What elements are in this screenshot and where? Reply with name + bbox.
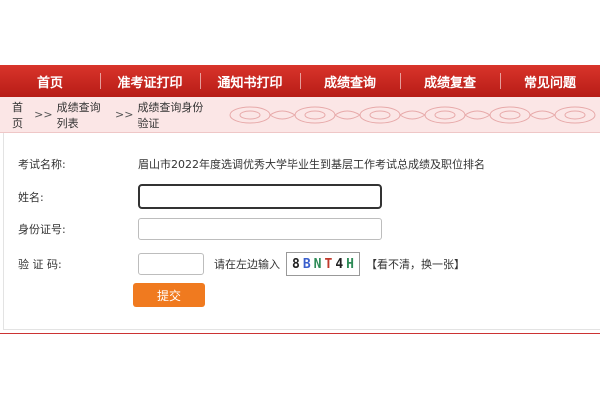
breadcrumb-separator: >> bbox=[115, 108, 134, 121]
exam-name: 眉山市2022年度选调优秀大学毕业生到基层工作考试总成绩及职位排名 bbox=[138, 158, 485, 171]
id-number-label: 身份证号: bbox=[18, 223, 66, 236]
captcha-char: 4 bbox=[335, 256, 344, 272]
nav-score-review[interactable]: 成绩复查 bbox=[400, 65, 500, 97]
breadcrumb-home[interactable]: 首页 bbox=[12, 99, 30, 131]
breadcrumb-separator: >> bbox=[34, 108, 53, 121]
nav-notice-print[interactable]: 通知书打印 bbox=[200, 65, 300, 97]
captcha-hint: 请在左边输入 bbox=[214, 258, 280, 271]
captcha-image[interactable]: 8 B N T 4 H bbox=[286, 252, 360, 276]
captcha-char: 8 bbox=[292, 256, 300, 272]
name-label: 姓名: bbox=[18, 190, 44, 204]
nav-admission-ticket-print[interactable]: 准考证打印 bbox=[100, 65, 200, 97]
breadcrumb: 首页 >> 成绩查询列表 >> 成绩查询身份验证 bbox=[0, 97, 600, 133]
submit-button[interactable]: 提交 bbox=[133, 283, 205, 307]
refresh-captcha-link[interactable]: 【看不清，换一张】 bbox=[366, 256, 465, 272]
id-row: 身份证号: bbox=[18, 218, 382, 240]
name-input[interactable] bbox=[138, 184, 382, 209]
id-number-input[interactable] bbox=[138, 218, 382, 240]
name-row: 姓名: bbox=[18, 184, 382, 209]
breadcrumb-current: 成绩查询身份验证 bbox=[137, 100, 204, 130]
main-nav: 首页 准考证打印 通知书打印 成绩查询 成绩复查 常见问题 bbox=[0, 65, 600, 97]
captcha-char: T bbox=[324, 256, 333, 272]
captcha-char: B bbox=[302, 256, 311, 272]
nav-score-query[interactable]: 成绩查询 bbox=[300, 65, 400, 97]
exam-label: 考试名称: bbox=[18, 158, 66, 171]
captcha-char: N bbox=[313, 256, 322, 272]
decorative-pattern bbox=[220, 97, 600, 132]
captcha-label: 验 证 码: bbox=[18, 258, 62, 271]
footer-divider bbox=[0, 333, 600, 334]
nav-faq[interactable]: 常见问题 bbox=[500, 65, 600, 97]
captcha-row: 验 证 码: 请在左边输入 8 B N T 4 H 【看不清，换一张】 bbox=[18, 252, 465, 276]
breadcrumb-score-list[interactable]: 成绩查询列表 bbox=[57, 99, 111, 131]
exam-row: 考试名称: 眉山市2022年度选调优秀大学毕业生到基层工作考试总成绩及职位排名 bbox=[18, 156, 485, 172]
captcha-char: H bbox=[346, 256, 354, 272]
nav-home[interactable]: 首页 bbox=[0, 65, 100, 97]
captcha-input[interactable] bbox=[138, 253, 204, 275]
